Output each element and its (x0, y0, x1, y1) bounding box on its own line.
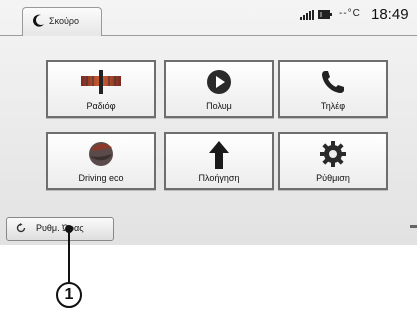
tile-phone[interactable]: Τηλέφ (278, 60, 388, 118)
set-time-button[interactable]: Ρυθμ. Ώρας (6, 217, 114, 241)
tile-settings[interactable]: Ρύθμιση (278, 132, 388, 190)
status-bar: Σκούρο --°C 18:49 (0, 0, 417, 42)
screen-edge-marker (410, 225, 417, 228)
navigation-arrow-icon (209, 141, 229, 169)
tile-media-label: Πολυμ (206, 101, 232, 111)
tile-radio-label: Ραδιόφ (86, 101, 116, 111)
temperature-readout: --°C (339, 8, 361, 19)
eco-leaf-icon (89, 142, 113, 166)
tile-navigation-label: Πλοήγηση (198, 173, 240, 183)
media-play-icon (207, 70, 231, 94)
settings-gear-icon (320, 141, 346, 167)
signal-strength-icon (300, 10, 314, 20)
set-time-label: Ρυθμ. Ώρας (36, 223, 84, 233)
tile-radio[interactable]: Ραδιόφ (46, 60, 156, 118)
tile-phone-label: Τηλέφ (320, 101, 346, 111)
tile-navigation[interactable]: Πλοήγηση (164, 132, 274, 190)
clock: 18:49 (371, 6, 409, 23)
tile-driving-eco-label: Driving eco (78, 173, 124, 183)
tile-driving-eco[interactable]: Driving eco (46, 132, 156, 190)
tab-joint (23, 35, 99, 36)
mode-label: Σκούρο (49, 16, 80, 26)
phone-handset-icon (322, 71, 344, 93)
battery-icon (318, 10, 332, 19)
callout-number-1: 1 (56, 282, 82, 308)
callout-line (68, 228, 70, 284)
tile-media[interactable]: Πολυμ (164, 60, 274, 118)
tile-settings-label: Ρύθμιση (316, 173, 350, 183)
refresh-icon (16, 223, 26, 233)
radio-tuner-icon (81, 70, 121, 94)
moon-icon (33, 14, 44, 27)
display-screen: Σκούρο --°C 18:49 Ραδιόφ Πολυμ Τηλέφ Dri… (0, 0, 417, 245)
day-night-mode-tab[interactable]: Σκούρο (22, 7, 102, 36)
